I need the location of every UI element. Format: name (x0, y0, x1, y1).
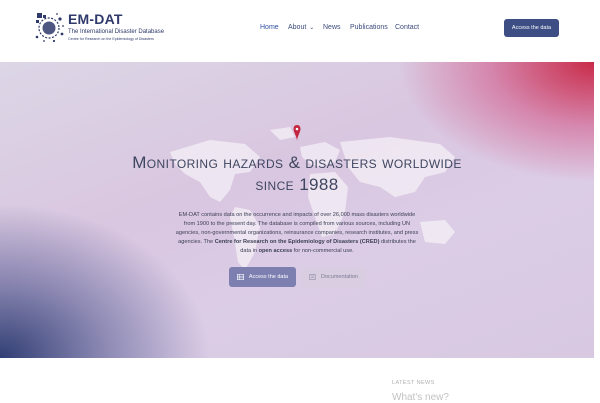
hero-description: EM-DAT contains data on the occurrence a… (175, 211, 419, 256)
nav-about[interactable]: About ⌄ (288, 24, 314, 31)
nav-publications[interactable]: Publications (350, 24, 388, 31)
documentation-button[interactable]: Documentation (301, 267, 366, 287)
hero-title: Monitoring hazards & disasters worldwide (132, 153, 462, 172)
document-icon (309, 274, 316, 280)
desc-cred: Centre for Research on the Epidemiology … (214, 239, 380, 245)
logo-org: Centre for Research on the Epidemiology … (68, 37, 154, 41)
nav-home[interactable]: Home (260, 24, 279, 31)
nav-about-label: About (288, 24, 307, 31)
map-pin-icon (293, 125, 301, 141)
hero-title-year: since 1988 (255, 175, 339, 194)
latest-news-heading: LATEST NEWS (392, 380, 435, 386)
access-data-button[interactable]: Access the data (504, 19, 559, 37)
world-map-background (170, 127, 455, 270)
nav-contact[interactable]: Contact (395, 24, 419, 31)
site-header: EM-DAT The International Disaster Databa… (0, 0, 600, 62)
chevron-down-icon: ⌄ (309, 25, 315, 31)
nav-news[interactable]: News (323, 24, 341, 31)
hero-access-data-label: Access the data (248, 274, 289, 280)
hero-section: Monitoring hazards & disasters worldwide… (0, 62, 594, 358)
desc-open-access: open access (258, 248, 293, 254)
desc-part3: for non-commercial use. (292, 248, 354, 254)
table-icon (236, 274, 244, 280)
latest-news-title: What's new? (392, 392, 449, 403)
hero-access-data-button[interactable]: Access the data (229, 267, 296, 287)
documentation-label: Documentation (321, 274, 358, 280)
